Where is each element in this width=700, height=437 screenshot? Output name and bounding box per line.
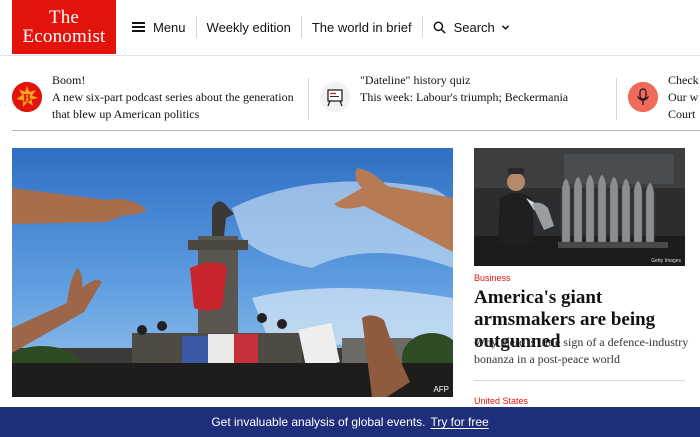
subscription-banner: Get invaluable analysis of global events… <box>0 407 700 437</box>
menu-button[interactable]: Menu <box>130 16 197 38</box>
banner-text: Get invaluable analysis of global events… <box>211 415 426 429</box>
promo-title: "Dateline" history quiz <box>360 73 471 87</box>
boom-podcast-icon: B <box>12 82 42 112</box>
main-nav: Menu Weekly edition The world in brief S… <box>130 0 520 54</box>
menu-label: Menu <box>153 19 186 35</box>
section-divider <box>12 130 700 131</box>
search-button[interactable]: Search <box>423 16 520 38</box>
promo-divider <box>616 78 617 120</box>
try-for-free-link[interactable]: Try for free <box>430 415 488 429</box>
promo-title: Boom! <box>52 73 86 87</box>
artillery-shells-factory-photo <box>474 148 685 266</box>
story-divider <box>474 380 685 381</box>
logo-line-1: The <box>48 7 80 28</box>
site-header: The Economist Menu Weekly edition The wo… <box>0 0 700 56</box>
microphone-icon <box>628 82 658 112</box>
promo-title: Check <box>668 73 699 87</box>
search-icon <box>433 21 446 34</box>
promo-description-line-2: Our w <box>668 90 699 104</box>
image-credit: Getty Images <box>651 258 681 264</box>
weekly-edition-label: Weekly edition <box>206 19 291 35</box>
promo-strip: B Boom! A new six-part podcast series ab… <box>12 72 700 130</box>
weekly-edition-link[interactable]: Weekly edition <box>197 16 302 38</box>
promo-history-quiz[interactable]: "Dateline" history quiz This week: Labou… <box>320 72 604 128</box>
world-in-brief-link[interactable]: The world in brief <box>302 16 423 38</box>
side-story-flytitle[interactable]: Business <box>474 273 511 283</box>
next-story-flytitle[interactable]: United States <box>474 396 528 406</box>
photo-credit: AFP <box>433 385 449 394</box>
economist-logo[interactable]: The Economist <box>12 0 116 54</box>
promo-description: This week: Labour's triumph; Beckermania <box>360 90 569 104</box>
promo-boom-podcast[interactable]: B Boom! A new six-part podcast series ab… <box>12 72 302 128</box>
side-story-image[interactable]: Getty Images <box>474 148 685 266</box>
crowd-at-monument-photo <box>12 148 453 397</box>
search-label: Search <box>453 19 495 35</box>
promo-description: A new six-part podcast series about the … <box>52 90 294 121</box>
logo-line-2: Economist <box>22 26 106 47</box>
promo-description-line-3: Court <box>668 107 696 121</box>
world-in-brief-label: The world in brief <box>311 19 412 35</box>
hamburger-icon <box>132 22 145 32</box>
svg-text:B: B <box>23 91 31 105</box>
chevron-down-icon <box>501 24 509 30</box>
quiz-easel-icon <box>320 82 350 112</box>
side-story-rubric: Why there is little sign of a defence-in… <box>474 335 689 366</box>
main-story-image[interactable]: AFP <box>12 148 453 397</box>
promo-check[interactable]: Check Our w Court <box>628 72 700 128</box>
promo-divider <box>308 78 309 120</box>
